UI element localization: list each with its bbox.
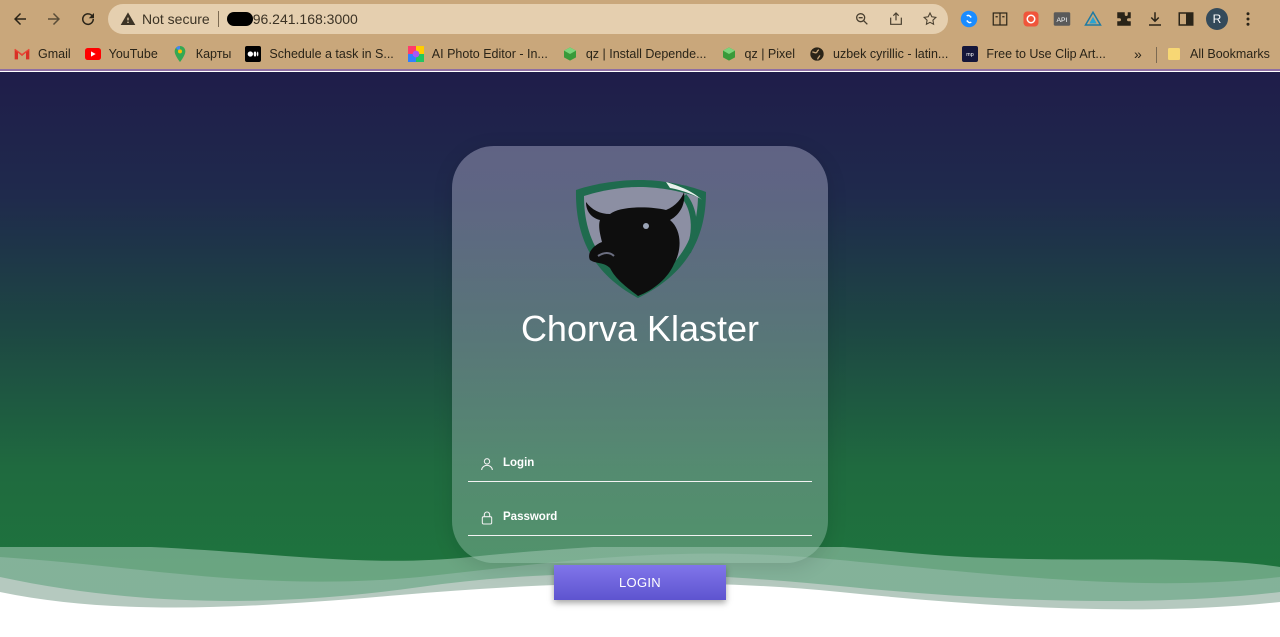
login-card: Chorva Klaster Login Password LOGIN	[452, 146, 828, 600]
bookmarks-divider	[1156, 47, 1157, 63]
medium-icon	[245, 45, 262, 62]
arrow-left-icon	[14, 13, 26, 25]
record-extension-icon[interactable]	[1020, 8, 1042, 30]
login-button[interactable]: LOGIN	[554, 565, 726, 600]
bookmark-label: Free to Use Clip Art...	[986, 46, 1106, 61]
share-icon[interactable]	[886, 9, 906, 29]
gmail-icon	[14, 46, 30, 62]
bookmark-schedule[interactable]: Schedule a task in S...	[245, 45, 394, 62]
bookmark-star-icon[interactable]	[920, 9, 940, 29]
bookmark-gmail[interactable]: Gmail	[14, 46, 71, 62]
folder-icon	[1166, 46, 1182, 62]
download-icon[interactable]	[1144, 8, 1166, 30]
globe-icon	[809, 46, 825, 62]
profile-button[interactable]: R	[1206, 8, 1228, 30]
all-bookmarks-button[interactable]: All Bookmarks	[1166, 46, 1270, 62]
qz-icon	[562, 46, 578, 62]
svg-text:mp: mp	[967, 52, 974, 58]
bookmark-qz-pixel[interactable]: qz | Pixel	[721, 46, 796, 62]
omnibox-divider	[217, 11, 219, 27]
bookmark-qz-install[interactable]: qz | Install Depende...	[562, 46, 707, 62]
address-bar[interactable]: Not secure 96.241.168:3000	[108, 4, 948, 34]
bookmark-label: Карты	[195, 46, 232, 61]
login-page: Chorva Klaster Login Password LOGIN	[0, 72, 1280, 637]
bookmark-label: Schedule a task in S...	[269, 46, 394, 61]
password-field: Password	[468, 506, 812, 536]
login-field: Login	[468, 452, 812, 482]
bookmark-label: qz | Pixel	[744, 46, 796, 61]
photo-editor-icon	[407, 45, 424, 62]
bookmarks-overflow-button[interactable]: »	[1134, 46, 1142, 62]
youtube-icon	[84, 46, 101, 62]
password-input[interactable]	[468, 506, 812, 535]
svg-text:API: API	[1057, 17, 1068, 24]
bookmark-label: qz | Install Depende...	[585, 46, 707, 61]
reload-button[interactable]	[74, 5, 102, 33]
reload-icon	[82, 13, 95, 26]
maps-icon	[172, 45, 188, 62]
side-panel-icon[interactable]	[1175, 8, 1197, 30]
reader-extension-icon[interactable]	[989, 8, 1011, 30]
clipart-icon: mp	[962, 45, 979, 62]
url[interactable]: 96.241.168:3000	[226, 11, 358, 27]
browser-toolbar: Not secure 96.241.168:3000 API R	[0, 0, 1280, 38]
bookmarks-bar: Gmail YouTube Карты Schedule a task in S…	[0, 38, 1280, 71]
arrow-right-icon	[48, 13, 60, 25]
shazam-extension-icon[interactable]	[958, 8, 980, 30]
login-input[interactable]	[468, 452, 812, 481]
avatar: R	[1206, 8, 1228, 30]
url-text: 96.241.168:3000	[252, 11, 358, 27]
all-bookmarks-label: All Bookmarks	[1190, 47, 1270, 61]
warning-icon	[120, 12, 136, 25]
bookmark-maps[interactable]: Карты	[172, 45, 232, 62]
bookmark-clipart[interactable]: mp Free to Use Clip Art...	[962, 45, 1106, 62]
bookmark-label: Gmail	[38, 46, 71, 61]
extensions-puzzle-icon[interactable]	[1113, 8, 1135, 30]
bookmark-label: uzbek cyrillic - latin...	[833, 46, 949, 61]
bull-shield-logo	[575, 180, 706, 298]
api-extension-icon[interactable]: API	[1051, 8, 1073, 30]
bookmark-photo-editor[interactable]: AI Photo Editor - In...	[407, 45, 548, 62]
redacted-host	[226, 12, 253, 26]
qz-icon	[721, 46, 737, 62]
bookmark-uzbek-cyrillic[interactable]: uzbek cyrillic - latin...	[809, 46, 948, 62]
bookmark-youtube[interactable]: YouTube	[84, 46, 158, 62]
back-button[interactable]	[6, 5, 34, 33]
triangle-extension-icon[interactable]	[1082, 8, 1104, 30]
security-status: Not secure	[142, 11, 210, 27]
app-title: Chorva Klaster	[520, 308, 760, 349]
bookmark-label: AI Photo Editor - In...	[431, 46, 548, 61]
forward-button[interactable]	[40, 5, 68, 33]
bookmark-label: YouTube	[108, 46, 158, 61]
zoom-icon[interactable]	[852, 9, 872, 29]
menu-kebab-icon[interactable]	[1237, 8, 1259, 30]
